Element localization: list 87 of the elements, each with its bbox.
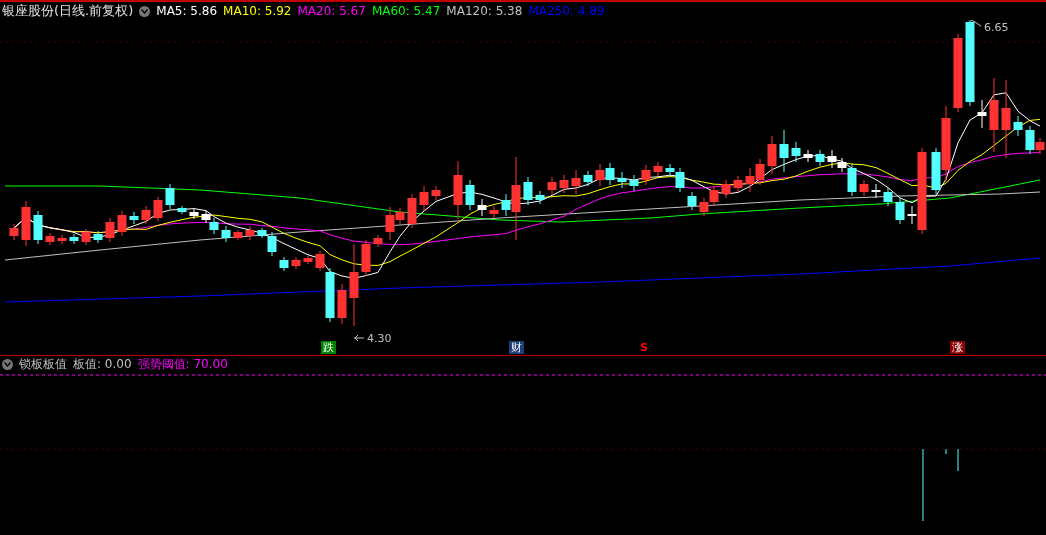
candlestick bbox=[559, 174, 569, 194]
candlestick bbox=[407, 193, 417, 229]
candlestick bbox=[69, 233, 79, 245]
candlestick bbox=[547, 176, 557, 196]
candlestick bbox=[745, 167, 755, 193]
candlestick bbox=[709, 185, 719, 207]
candlestick bbox=[177, 205, 187, 215]
pointer-line bbox=[970, 20, 982, 27]
candlestick bbox=[33, 210, 43, 245]
candlestick bbox=[201, 210, 211, 224]
candlestick bbox=[779, 129, 789, 173]
candlestick bbox=[617, 171, 627, 189]
low-price-label: 4.30 bbox=[367, 332, 392, 345]
dropdown-icon[interactable] bbox=[2, 358, 13, 370]
event-marker[interactable]: 涨 bbox=[950, 341, 965, 354]
candlestick bbox=[465, 179, 475, 211]
candlestick bbox=[153, 196, 163, 222]
candlestick bbox=[815, 149, 825, 167]
candlestick bbox=[883, 187, 893, 207]
candlestick bbox=[209, 217, 219, 235]
candlestick bbox=[871, 183, 881, 199]
candlestick bbox=[419, 185, 429, 212]
moving-average-value: MA120: 5.38 bbox=[446, 4, 523, 18]
indicator-bar bbox=[957, 448, 959, 472]
candlestick bbox=[93, 230, 103, 244]
candlestick bbox=[129, 211, 139, 225]
moving-average-value: MA250: 4.89 bbox=[528, 4, 605, 18]
candlestick bbox=[453, 160, 463, 220]
indicator-value: 板值: 0.00 bbox=[73, 355, 132, 373]
candlestick bbox=[477, 198, 487, 217]
candlestick bbox=[105, 217, 115, 243]
candlestick bbox=[687, 191, 697, 211]
candlestick bbox=[117, 210, 127, 237]
indicator-value: 锁板板值 bbox=[19, 355, 67, 373]
candlestick bbox=[803, 149, 813, 163]
candlestick bbox=[977, 99, 987, 129]
candlestick bbox=[733, 175, 743, 193]
candlestick bbox=[279, 256, 289, 272]
candlestick bbox=[1013, 115, 1023, 137]
candlestick bbox=[895, 197, 905, 225]
candlestick bbox=[755, 158, 765, 186]
candlestick bbox=[233, 229, 243, 241]
event-marker[interactable]: S bbox=[638, 341, 650, 354]
dropdown-icon[interactable] bbox=[139, 5, 151, 17]
moving-average-value: MA60: 5.47 bbox=[371, 4, 441, 18]
event-marker[interactable]: 财 bbox=[509, 341, 524, 354]
candlestick bbox=[489, 205, 499, 219]
candlestick bbox=[523, 176, 533, 206]
candlestick bbox=[653, 161, 663, 177]
candlestick bbox=[431, 185, 441, 201]
candlestick bbox=[767, 135, 777, 175]
candlestick bbox=[595, 163, 605, 187]
candlestick bbox=[361, 239, 371, 277]
candlestick bbox=[373, 234, 383, 248]
candlestick bbox=[571, 169, 581, 195]
candlestick bbox=[303, 255, 313, 265]
candlestick bbox=[45, 232, 55, 246]
stock-title: 银座股份(日线.前复权) bbox=[2, 2, 134, 20]
indicator-bar bbox=[945, 448, 947, 455]
candlestick bbox=[291, 256, 301, 270]
candlestick bbox=[721, 179, 731, 199]
candlestick bbox=[165, 183, 175, 210]
candlestick bbox=[629, 174, 639, 192]
candlestick bbox=[245, 225, 255, 241]
candlestick bbox=[337, 283, 347, 325]
candlestick bbox=[81, 228, 91, 246]
candlestick bbox=[535, 190, 545, 205]
candlestick bbox=[827, 149, 837, 169]
candlestick bbox=[57, 234, 67, 245]
moving-average-value: MA20: 5.67 bbox=[297, 4, 366, 18]
pointer-arrow bbox=[353, 334, 365, 342]
candlestick bbox=[141, 205, 151, 225]
candlestick bbox=[791, 141, 801, 163]
candlestick bbox=[583, 170, 593, 187]
candlestick bbox=[9, 223, 19, 241]
indicator-value: 强势阈值: 70.00 bbox=[137, 355, 228, 373]
candlestick bbox=[221, 225, 231, 243]
moving-average-value: MA5: 5.86 bbox=[156, 4, 218, 18]
moving-average-value: MA10: 5.92 bbox=[223, 4, 292, 18]
event-marker[interactable]: 跌 bbox=[321, 341, 336, 354]
candlestick bbox=[699, 197, 709, 217]
candlestick bbox=[21, 200, 31, 247]
candlestick bbox=[605, 162, 615, 186]
candlestick bbox=[641, 164, 651, 186]
candlestick bbox=[859, 179, 869, 197]
candlestick bbox=[189, 208, 199, 220]
high-price-label: 6.65 bbox=[984, 21, 1009, 34]
